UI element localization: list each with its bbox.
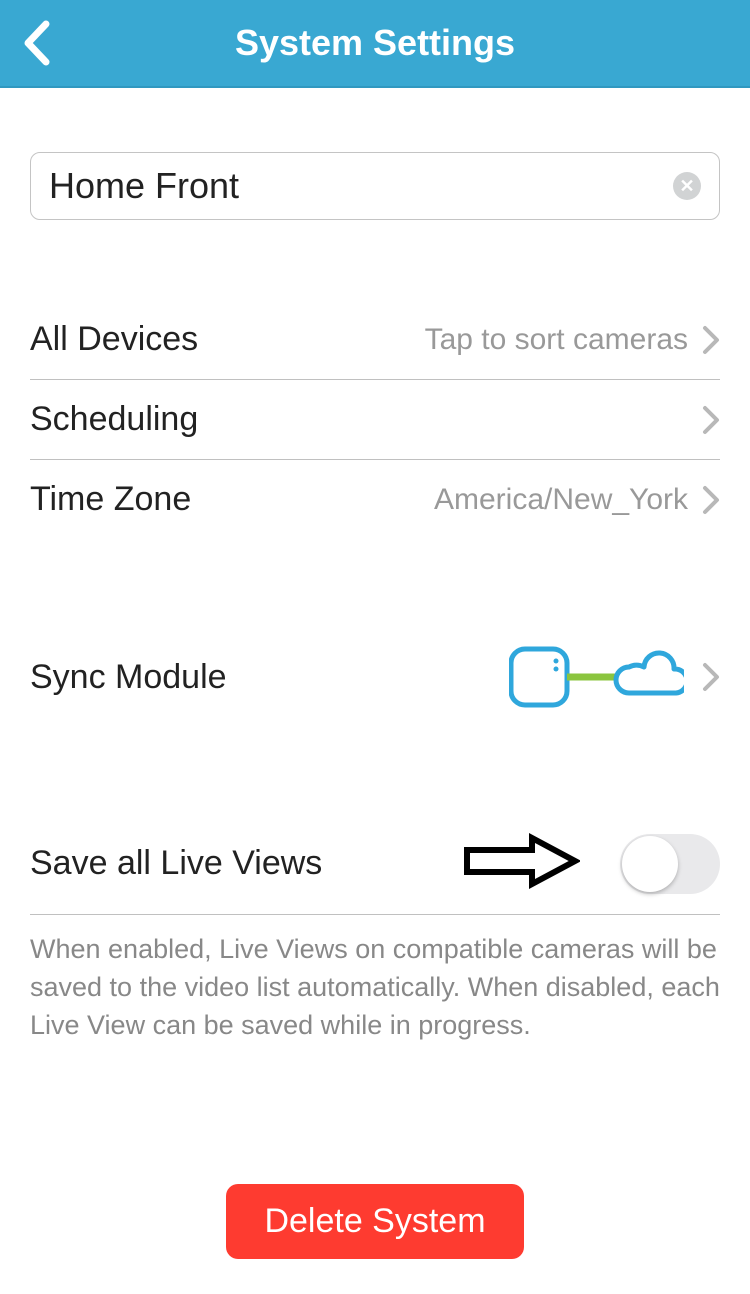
toggle-knob xyxy=(622,836,678,892)
row-scheduling[interactable]: Scheduling xyxy=(30,380,720,460)
row-sync-module[interactable]: Sync Module xyxy=(30,635,720,719)
save-live-views-label: Save all Live Views xyxy=(30,844,462,883)
pointer-arrow-icon xyxy=(462,833,580,894)
time-zone-label: Time Zone xyxy=(30,480,434,519)
row-all-devices[interactable]: All Devices Tap to sort cameras xyxy=(30,300,720,380)
system-name-field[interactable]: ✕ xyxy=(30,152,720,220)
chevron-right-icon xyxy=(702,405,720,435)
page-title: System Settings xyxy=(235,22,515,64)
chevron-right-icon xyxy=(702,662,720,692)
system-name-field-wrap: ✕ xyxy=(30,152,720,220)
header-bar: System Settings xyxy=(0,0,750,88)
save-live-views-help: When enabled, Live Views on compatible c… xyxy=(30,931,720,1044)
clear-x-icon: ✕ xyxy=(679,177,694,195)
sync-module-label: Sync Module xyxy=(30,658,509,697)
chevron-right-icon xyxy=(702,485,720,515)
save-live-views-toggle[interactable] xyxy=(620,834,720,894)
chevron-right-icon xyxy=(702,325,720,355)
clear-name-button[interactable]: ✕ xyxy=(673,172,701,200)
delete-system-button[interactable]: Delete System xyxy=(226,1184,523,1259)
time-zone-value: America/New_York xyxy=(434,483,688,517)
system-name-input[interactable] xyxy=(49,165,673,207)
sync-module-status-icon xyxy=(509,645,684,709)
all-devices-hint: Tap to sort cameras xyxy=(425,323,688,357)
settings-list: All Devices Tap to sort cameras Scheduli… xyxy=(30,300,720,539)
row-time-zone[interactable]: Time Zone America/New_York xyxy=(30,460,720,539)
back-button[interactable] xyxy=(18,18,58,68)
row-save-live-views: Save all Live Views xyxy=(30,815,720,915)
scheduling-label: Scheduling xyxy=(30,400,702,439)
all-devices-label: All Devices xyxy=(30,320,425,359)
